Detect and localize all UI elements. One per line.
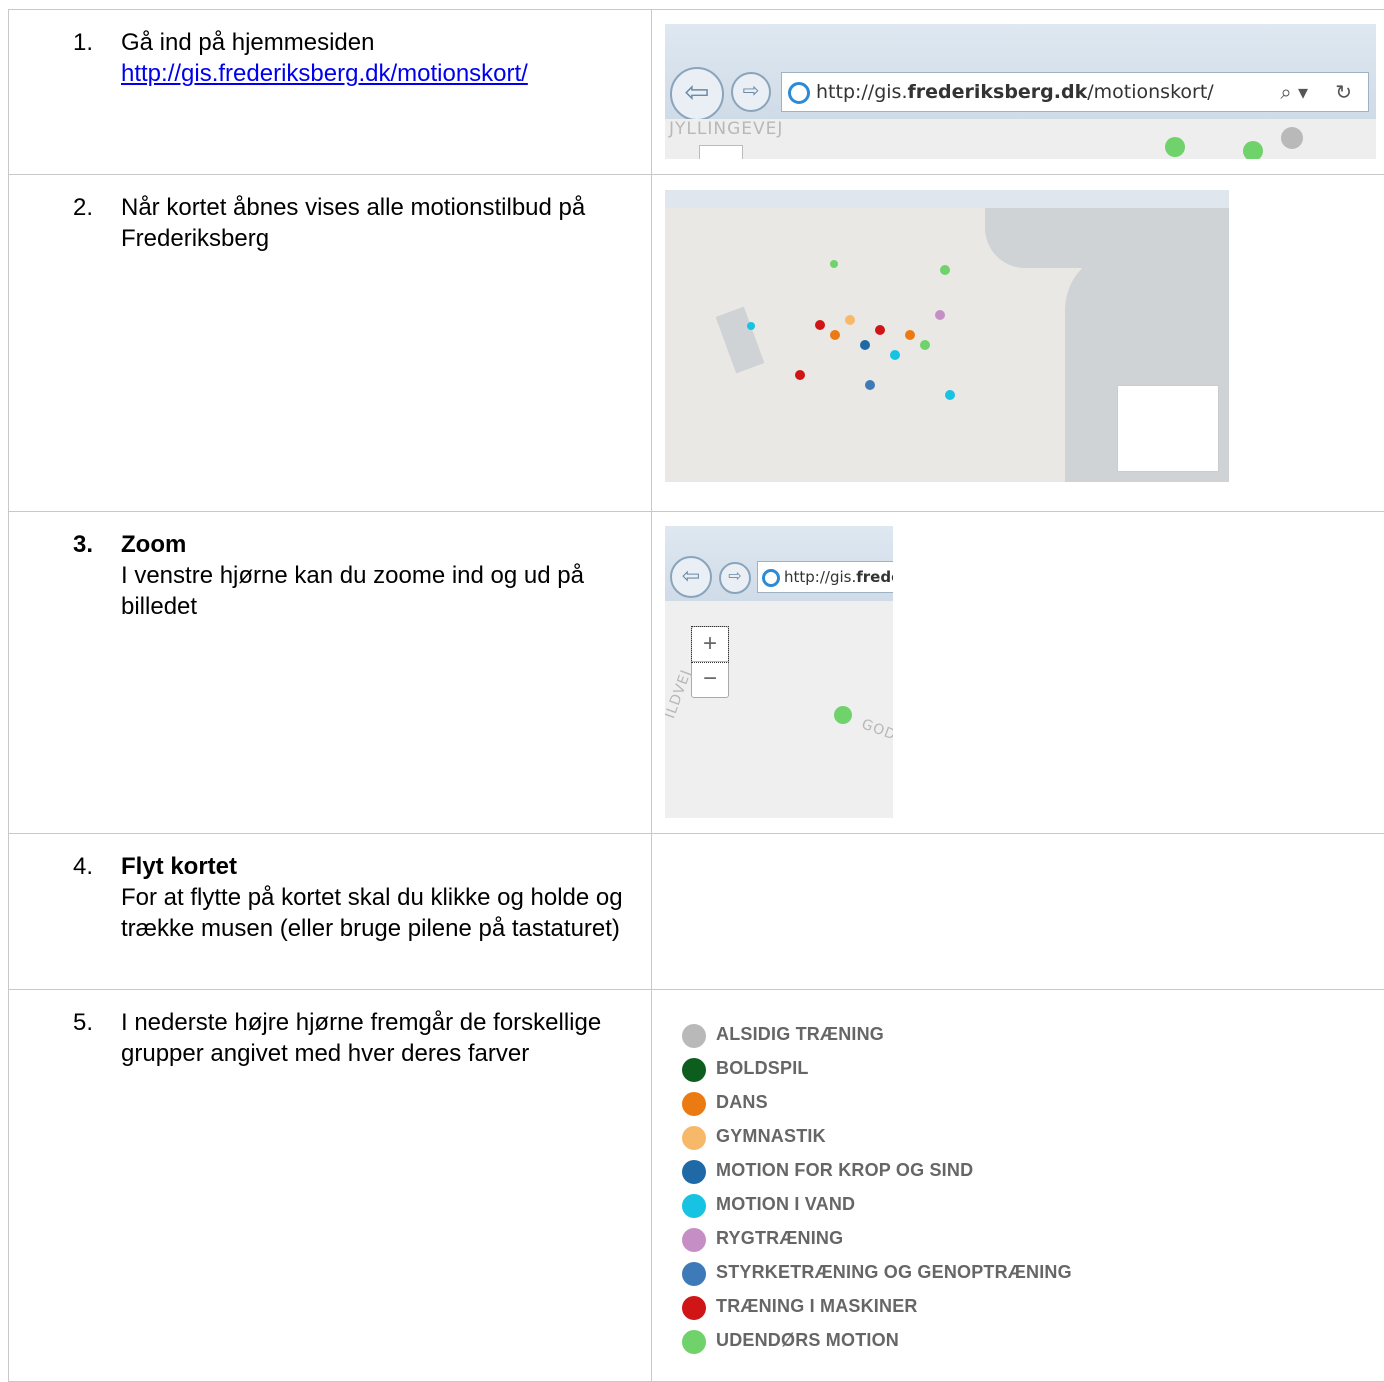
ie-browser-icon [762,569,780,587]
browser-toolbar [665,190,1229,208]
browser-toolbar: ⇦ ⇨ http://gis.frede [665,526,893,601]
map-marker [747,322,755,330]
map-marker [830,260,838,268]
back-arrow-icon: ⇦ [670,67,724,121]
map-strip: JYLLINGEVEJ [665,119,1376,159]
zoom-out-button[interactable]: − [692,662,728,696]
legend-color-icon [682,1228,706,1252]
step-text: For at flytte på kortet skal du klikke o… [121,882,641,944]
map-marker [834,706,852,724]
step-text: I nederste højre hjørne fremgår de forsk… [121,1007,641,1069]
refresh-icon[interactable]: ↻ [1335,73,1352,111]
zoom-screenshot: ⇦ ⇨ http://gis.frede + − ILDVEJ GOD [665,526,893,818]
ie-browser-icon [788,82,810,104]
legend-color-icon [682,1160,706,1184]
step-1-text-cell: 1. Gå ind på hjemmesiden http://gis.fred… [9,10,652,175]
back-arrow-icon: ⇦ [670,556,712,598]
step-3-text-cell: 3. Zoom I venstre hjørne kan du zoome in… [9,512,652,834]
step-number: 3. [73,529,113,560]
map-control-stub [699,145,743,159]
step-row-3: 3. Zoom I venstre hjørne kan du zoome in… [9,512,1384,834]
legend-color-icon [682,1262,706,1286]
legend-label: MOTION FOR KROP OG SIND [716,1160,973,1181]
map-marker [860,340,870,350]
instructions-table: 1. Gå ind på hjemmesiden http://gis.fred… [8,9,1384,1382]
street-label: GOD [859,716,893,743]
legend-color-icon [682,1296,706,1320]
map-marker [830,330,840,340]
browser-address-screenshot: ⇦ ⇨ http://gis.frederiksberg.dk/motionsk… [665,24,1376,159]
step-number: 5. [73,1007,113,1038]
map-marker [875,325,885,335]
map-marker [920,340,930,350]
map-marker [905,330,915,340]
step-number: 1. [73,27,113,58]
legend-label: BOLDSPIL [716,1058,809,1079]
zoom-control: + − [691,626,729,698]
mini-legend [1117,385,1219,472]
legend-color-icon [682,1194,706,1218]
map-marker [865,380,875,390]
step-5-legend-cell: ALSIDIG TRÆNING BOLDSPIL DANS GYMNASTIK MOTI… [652,990,1384,1382]
legend-label: MOTION I VAND [716,1194,855,1215]
address-bar[interactable]: http://gis.frederiksberg.dk/motionskort/… [781,72,1369,112]
step-row-4: 4. Flyt kortet For at flytte på kortet s… [9,834,1384,990]
document-page: 1. Gå ind på hjemmesiden http://gis.fred… [0,0,1384,1380]
legend-color-icon [682,1092,706,1116]
water-area [985,208,1229,268]
step-title: Flyt kortet [121,851,641,882]
legend-label: DANS [716,1092,768,1113]
legend-color-icon [682,1126,706,1150]
browser-toolbar: ⇦ ⇨ http://gis.frederiksberg.dk/motionsk… [665,24,1376,119]
water-area [716,307,765,374]
map-marker [1281,127,1303,149]
step-4-image-cell [652,834,1384,990]
legend-label: ALSIDIG TRÆNING [716,1024,884,1045]
step-1-image-cell: ⇦ ⇨ http://gis.frederiksberg.dk/motionsk… [652,10,1384,175]
step-3-image-cell: ⇦ ⇨ http://gis.frede + − ILDVEJ GOD [652,512,1384,834]
forward-arrow-icon: ⇨ [719,562,751,594]
step-number: 4. [73,851,113,882]
step-number: 2. [73,192,113,223]
legend-label: TRÆNING I MASKINER [716,1296,918,1317]
motionskort-link[interactable]: http://gis.frederiksberg.dk/motionskort/ [121,60,528,87]
legend-label: GYMNASTIK [716,1126,826,1147]
step-text: I venstre hjørne kan du zoome ind og ud … [121,560,641,622]
legend-label: RYGTRÆNING [716,1228,843,1249]
legend-color-icon [682,1024,706,1048]
map-marker [815,320,825,330]
map-marker [890,350,900,360]
step-row-5: 5. I nederste højre hjørne fremgår de fo… [9,990,1384,1382]
forward-arrow-icon: ⇨ [731,72,771,112]
step-2-text-cell: 2. Når kortet åbnes vises alle motionsti… [9,175,652,512]
legend-color-icon [682,1330,706,1354]
street-label: JYLLINGEVEJ [669,119,783,139]
legend-label: STYRKETRÆNING OG GENOPTRÆNING [716,1262,1072,1283]
legend-color-icon [682,1058,706,1082]
address-bar[interactable]: http://gis.frede [757,561,893,593]
step-row-1: 1. Gå ind på hjemmesiden http://gis.fred… [9,10,1384,175]
step-2-image-cell [652,175,1384,512]
map-marker [945,390,955,400]
legend-label: UDENDØRS MOTION [716,1330,899,1351]
step-text: Gå ind på hjemmesiden [121,27,641,58]
step-5-text-cell: 5. I nederste højre hjørne fremgår de fo… [9,990,652,1382]
step-4-text-cell: 4. Flyt kortet For at flytte på kortet s… [9,834,652,990]
zoom-in-button[interactable]: + [692,627,728,662]
step-text: Når kortet åbnes vises alle motionstilbu… [121,192,641,254]
step-row-2: 2. Når kortet åbnes vises alle motionsti… [9,175,1384,512]
map-marker [935,310,945,320]
map-marker [845,315,855,325]
map-marker [1165,137,1185,157]
map-marker [795,370,805,380]
overview-map-screenshot [665,190,1229,482]
map-marker [1243,141,1263,159]
map-marker [940,265,950,275]
search-icon[interactable]: ⌕ ▾ [1280,73,1308,111]
step-title: Zoom [121,529,641,560]
